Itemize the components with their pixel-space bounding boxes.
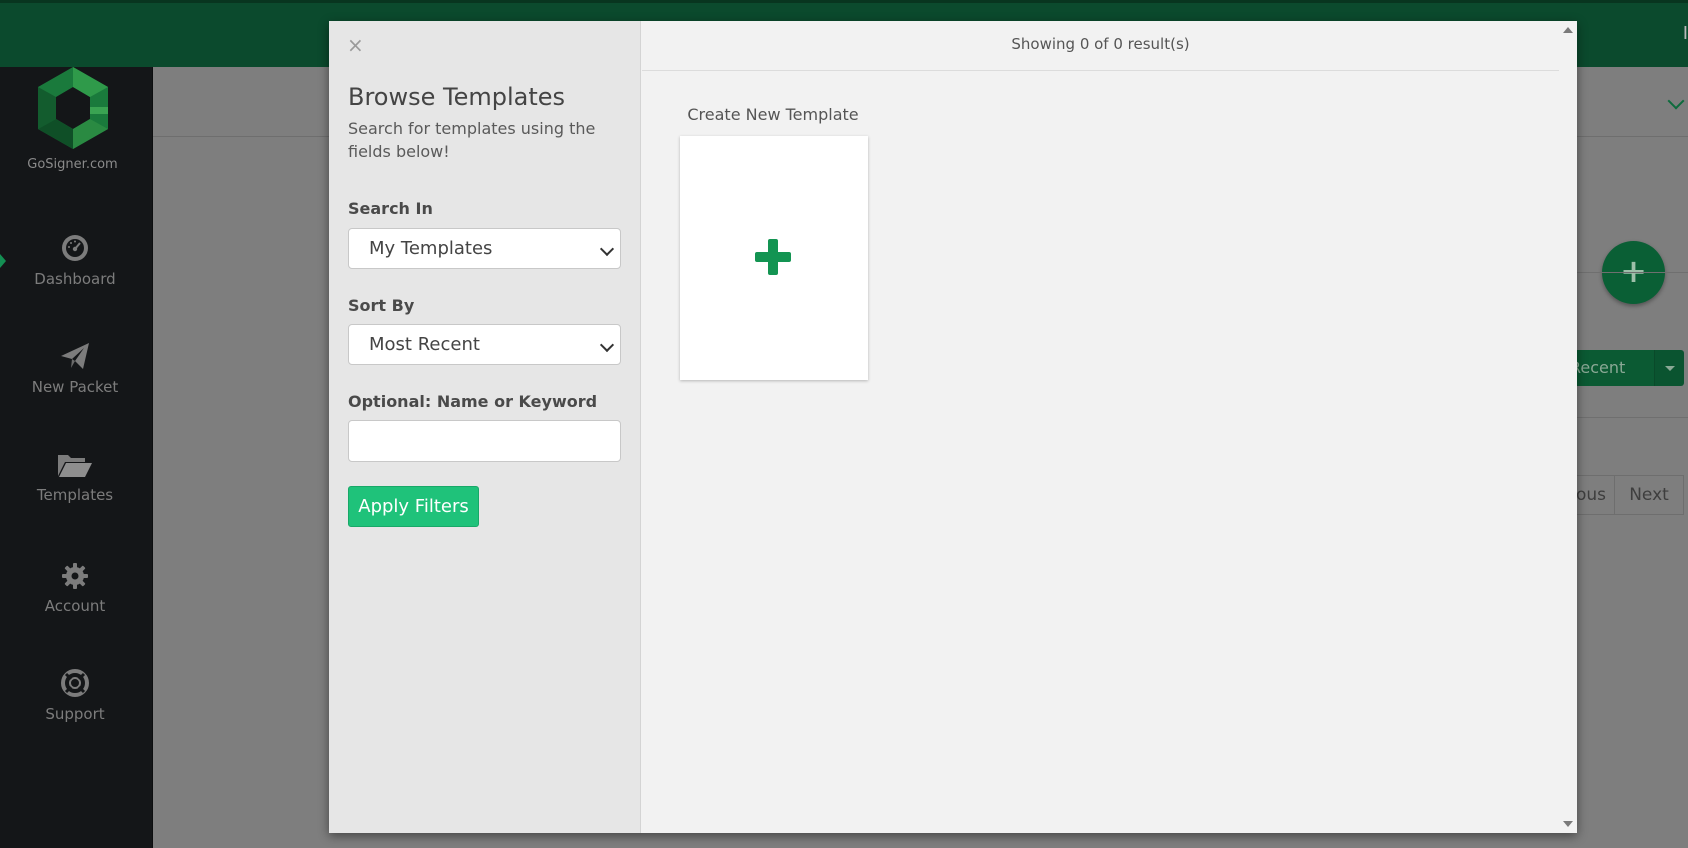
apply-filters-button[interactable]: Apply Filters: [348, 486, 479, 527]
scroll-up-arrow-icon[interactable]: [1563, 27, 1573, 33]
plus-icon: [755, 239, 791, 275]
sort-by-label: Sort By: [348, 296, 415, 315]
filter-panel: × Browse Templates Search for templates …: [329, 21, 641, 833]
browse-templates-modal: × Browse Templates Search for templates …: [329, 21, 1577, 833]
gosigner-logo-icon: [38, 67, 108, 149]
search-in-select[interactable]: My Templates: [348, 228, 621, 269]
scroll-down-arrow-icon[interactable]: [1563, 821, 1573, 827]
paper-plane-icon: [61, 343, 89, 369]
create-template-label: Create New Template: [687, 105, 859, 124]
lifebuoy-icon: [61, 669, 89, 697]
sidebar-item-dashboard[interactable]: Dashboard: [0, 234, 150, 288]
pager-next-button[interactable]: Next: [1614, 475, 1684, 515]
divider: [1560, 417, 1688, 418]
sidebar-item-support[interactable]: Support: [0, 669, 150, 723]
sort-dropdown-caret[interactable]: [1654, 350, 1684, 386]
gear-icon: [62, 563, 88, 589]
folder-open-icon: [58, 455, 92, 477]
sidebar-item-label: Support: [45, 705, 105, 723]
sidebar-item-label: Dashboard: [34, 270, 116, 288]
modal-title: Browse Templates: [348, 83, 566, 111]
results-count: Showing 0 of 0 result(s): [642, 21, 1559, 71]
sidebar-item-account[interactable]: Account: [0, 563, 150, 615]
sort-by-value: Most Recent: [369, 334, 480, 355]
chevron-down-icon: [599, 337, 615, 353]
search-in-value: My Templates: [369, 238, 493, 259]
brand-name: GoSigner.com: [27, 157, 118, 172]
modal-subtitle: Search for templates using the fields be…: [348, 119, 596, 161]
sidebar-item-new-packet[interactable]: New Packet: [0, 342, 150, 396]
divider: [1560, 272, 1688, 273]
sidebar: GoSigner.com Dashboard New Packet Templa…: [0, 67, 153, 848]
sidebar-item-templates[interactable]: Templates: [0, 452, 150, 504]
sidebar-item-label: Templates: [36, 486, 114, 504]
close-modal-button[interactable]: ×: [347, 33, 364, 57]
search-in-label: Search In: [348, 199, 433, 218]
sidebar-item-label: New Packet: [31, 378, 119, 396]
sidebar-item-label: Account: [44, 597, 106, 615]
sort-by-select[interactable]: Most Recent: [348, 324, 621, 365]
topbar-edge-text: I: [1682, 23, 1688, 44]
chevron-down-icon: [599, 241, 615, 257]
keyword-label: Optional: Name or Keyword: [348, 392, 598, 411]
dashboard-icon: [62, 235, 88, 261]
keyword-input[interactable]: [348, 420, 621, 462]
create-template-card[interactable]: [680, 136, 868, 380]
